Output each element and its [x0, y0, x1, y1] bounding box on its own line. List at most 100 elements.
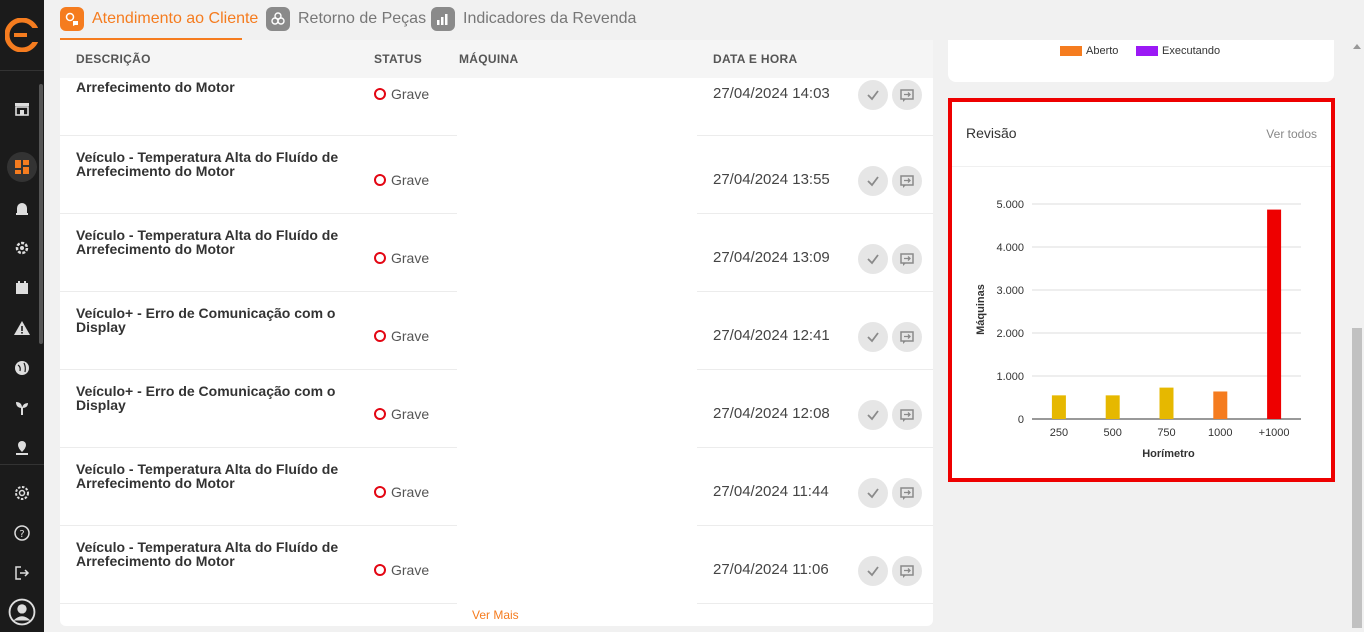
tab-atendimento-cliente[interactable]: Atendimento ao Cliente: [60, 7, 258, 39]
forward-message-icon: [900, 409, 914, 422]
check-icon: [867, 254, 879, 265]
sidebar-item-help[interactable]: ?: [7, 518, 37, 548]
acknowledge-button[interactable]: [858, 400, 888, 430]
row-description: Veículo - Temperatura Alta do Fluído de …: [76, 461, 339, 491]
x-tick-label: +1000: [1259, 427, 1290, 439]
status-label: Grave: [391, 172, 430, 188]
status-grave-ring-icon: [374, 88, 386, 100]
page-scrollbar[interactable]: [1350, 40, 1364, 632]
help-icon: ?: [14, 525, 30, 541]
sidebar-item-dashboard[interactable]: [7, 152, 37, 182]
x-tick-label: 1000: [1208, 427, 1232, 439]
x-tick-label: 500: [1104, 427, 1122, 439]
x-axis-label: Horímetro: [1142, 448, 1195, 460]
scroll-thumb[interactable]: [1352, 328, 1362, 628]
sidebar-item-plant[interactable]: [7, 393, 37, 423]
sidebar-item-alarms[interactable]: [7, 193, 37, 223]
ver-mais-link[interactable]: Ver Mais: [472, 608, 519, 622]
row-description: Veículo - Temperatura Alta do Fluído de …: [76, 227, 339, 257]
forward-message-button[interactable]: [892, 400, 922, 430]
bar: [1105, 395, 1120, 419]
bar: [1159, 387, 1174, 419]
legend-swatch: [1136, 46, 1158, 56]
sidebar-item-globe[interactable]: [7, 353, 37, 383]
scroll-up-arrow-icon[interactable]: [1353, 44, 1361, 49]
acknowledge-button[interactable]: [858, 80, 888, 110]
sidebar-item-settings[interactable]: [7, 478, 37, 508]
sidebar-scrollbar[interactable]: [39, 84, 43, 344]
left-sidebar: ?: [0, 0, 44, 632]
row-description: Veículo+ - Erro de Comunicação com o Dis…: [76, 305, 336, 335]
sidebar-item-location[interactable]: [7, 433, 37, 463]
forward-message-button[interactable]: [892, 80, 922, 110]
row-description: Veículo - Temperatura Alta do Fluído de …: [76, 539, 339, 569]
row-status: Grave: [374, 172, 429, 188]
forward-message-button[interactable]: [892, 244, 922, 274]
forward-message-button[interactable]: [892, 556, 922, 586]
y-tick-label: 2.000: [996, 328, 1024, 340]
check-icon: [867, 410, 879, 421]
status-label: Grave: [391, 484, 430, 500]
map-pin-icon: [16, 441, 28, 455]
acknowledge-button[interactable]: [858, 244, 888, 274]
row-datetime: 27/04/2024 13:09: [713, 249, 830, 266]
check-icon: [867, 488, 879, 499]
sidebar-item-settings-machines[interactable]: [7, 233, 37, 263]
legend-item-executando: Executando: [1136, 45, 1220, 57]
user-avatar-icon: [8, 598, 36, 626]
sidebar-item-dealer[interactable]: [7, 93, 37, 123]
tab-label: Indicadores da Revenda: [463, 10, 637, 27]
row-datetime: 27/04/2024 12:41: [713, 327, 830, 344]
tab-indicadores-revenda[interactable]: Indicadores da Revenda: [431, 7, 636, 39]
parts-icon: [266, 7, 290, 31]
row-datetime: 27/04/2024 13:55: [713, 171, 830, 188]
x-tick-label: 750: [1157, 427, 1175, 439]
status-label: Grave: [391, 406, 430, 422]
check-icon: [867, 566, 879, 577]
acknowledge-button[interactable]: [858, 478, 888, 508]
row-status: Grave: [374, 328, 429, 344]
y-tick-label: 3.000: [996, 285, 1024, 297]
bar-chart-icon: [431, 7, 455, 31]
tab-retorno-pecas[interactable]: Retorno de Peças: [266, 7, 426, 39]
alerts-table-card: DESCRIÇÃO STATUS MÁQUINA DATA E HORA Arr…: [60, 40, 933, 626]
forward-message-button[interactable]: [892, 478, 922, 508]
acknowledge-button[interactable]: [858, 556, 888, 586]
status-label: Grave: [391, 562, 430, 578]
check-icon: [867, 332, 879, 343]
check-icon: [867, 90, 879, 101]
forward-message-button[interactable]: [892, 322, 922, 352]
row-status: Grave: [374, 484, 429, 500]
row-status: Grave: [374, 562, 429, 578]
sidebar-item-profile[interactable]: [6, 596, 38, 628]
row-datetime: 27/04/2024 11:06: [713, 561, 829, 578]
y-tick-label: 4.000: [996, 242, 1024, 254]
forward-message-icon: [900, 487, 914, 500]
row-status: Grave: [374, 250, 429, 266]
row-datetime: 27/04/2024 12:08: [713, 405, 830, 422]
y-axis-label: Máquinas: [975, 284, 987, 335]
sidebar-item-warnings[interactable]: [7, 313, 37, 343]
row-description: Veículo - Temperatura Alta do Fluído de …: [76, 149, 339, 179]
globe-icon: [15, 361, 29, 375]
row-description: Veículo+ - Erro de Comunicação com o Dis…: [76, 383, 336, 413]
forward-message-button[interactable]: [892, 166, 922, 196]
bar: [1051, 395, 1066, 419]
forward-message-icon: [900, 175, 914, 188]
brand-logo-icon[interactable]: [5, 18, 39, 52]
alarm-icon: [16, 203, 28, 215]
check-icon: [867, 176, 879, 187]
legend-item-aberto: Aberto: [1060, 45, 1118, 57]
dashboard-icon: [15, 160, 29, 174]
acknowledge-button[interactable]: [858, 322, 888, 352]
sidebar-item-logout[interactable]: [7, 558, 37, 588]
acknowledge-button[interactable]: [858, 166, 888, 196]
status-grave-ring-icon: [374, 252, 386, 264]
gear-icon: [15, 486, 29, 500]
revisao-bar-chart: 0 1.000 2.000 3.000 4.000 5.000 250 500 750 1000 +…: [975, 199, 1301, 460]
row-status: Grave: [374, 406, 429, 422]
sidebar-item-schedule[interactable]: [7, 273, 37, 303]
tab-label: Atendimento ao Cliente: [92, 10, 259, 27]
y-tick-label: 1.000: [996, 371, 1024, 383]
status-label: Grave: [391, 86, 430, 102]
